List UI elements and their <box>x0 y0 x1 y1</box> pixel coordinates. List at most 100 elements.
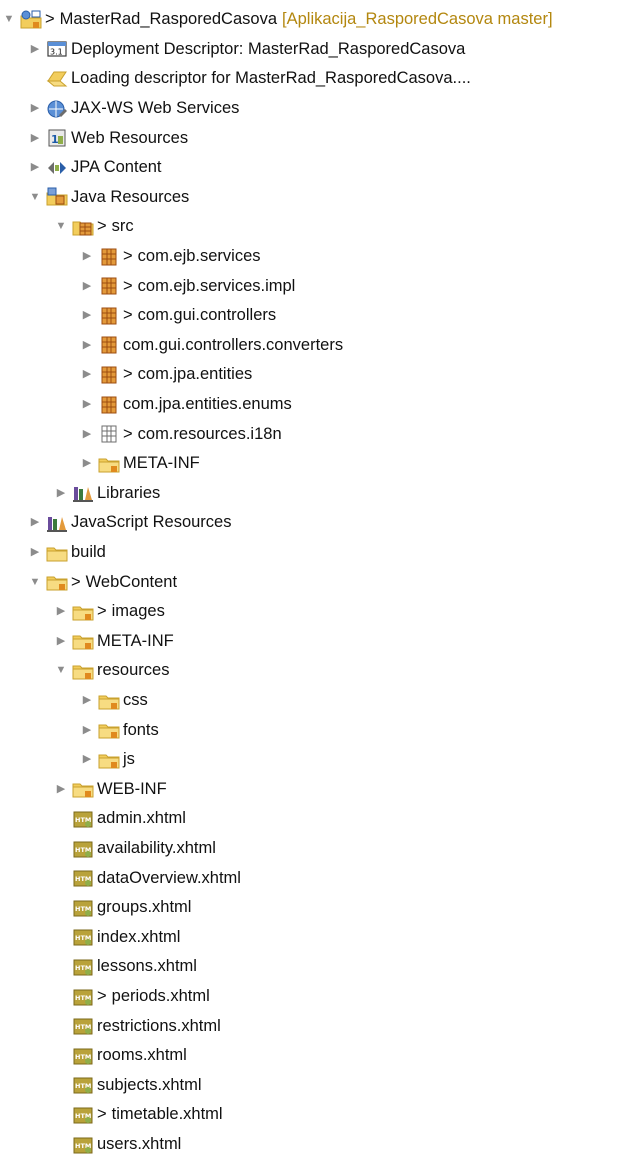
tree-item-com-ejb-services-impl[interactable]: ▶ > com.ejb.services.impl <box>0 271 636 301</box>
tree-item-label: admin.xhtml <box>97 809 186 828</box>
tree-item-loading-descriptor-for-masterrad-rasporedcasova[interactable]: Loading descriptor for MasterRad_Raspore… <box>0 64 636 94</box>
folder-icon <box>97 690 121 712</box>
tree-item-label: com.gui.controllers.converters <box>123 335 344 354</box>
tree-item-label: WebContent <box>85 572 178 591</box>
tree-item-css[interactable]: ▶ css <box>0 686 636 716</box>
dirty-marker: > <box>97 602 107 621</box>
tree-item-periods-xhtml[interactable]: HTM > periods.xhtml <box>0 982 636 1012</box>
expand-arrow-down-icon[interactable]: ▼ <box>2 12 16 28</box>
tree-item-resources[interactable]: ▼ resources <box>0 656 636 686</box>
tree-item-label: Deployment Descriptor: MasterRad_Raspore… <box>71 39 466 58</box>
tree-item-admin-xhtml[interactable]: HTM admin.xhtml <box>0 804 636 834</box>
dirty-marker: > <box>97 217 107 236</box>
tree-item-meta-inf[interactable]: ▶ META-INF <box>0 449 636 479</box>
expand-arrow-down-icon[interactable]: ▼ <box>54 219 68 235</box>
tree-item-meta-inf[interactable]: ▶ META-INF <box>0 627 636 657</box>
tree-item-label: timetable.xhtml <box>111 1105 223 1124</box>
tree-item-deployment-descriptor-masterrad-rasporedcasova[interactable]: ▶ 3.1 Deployment Descriptor: MasterRad_Ras… <box>0 35 636 65</box>
tree-item-libraries[interactable]: ▶ Libraries <box>0 479 636 509</box>
web-services-icon <box>45 98 69 120</box>
tree-item-javascript-resources[interactable]: ▶ JavaScript Resources <box>0 508 636 538</box>
tree-item-com-jpa-entities[interactable]: ▶ > com.jpa.entities <box>0 360 636 390</box>
expand-arrow-right-icon[interactable]: ▶ <box>80 367 94 383</box>
tree-item-label: com.resources.i18n <box>137 424 282 443</box>
expand-arrow-right-icon[interactable]: ▶ <box>80 456 94 472</box>
expand-arrow-right-icon[interactable]: ▶ <box>54 485 68 501</box>
tree-item-com-gui-controllers-converters[interactable]: ▶ com.gui.controllers.converters <box>0 331 636 361</box>
expand-arrow-right-icon[interactable]: ▶ <box>80 722 94 738</box>
web-resources-icon: 1 <box>45 127 69 149</box>
expand-arrow-down-icon[interactable]: ▼ <box>28 574 42 590</box>
xhtml-file-icon: HTM <box>71 1015 95 1037</box>
tree-item-images[interactable]: ▶ > images <box>0 597 636 627</box>
tree-item-label: META-INF <box>123 454 200 473</box>
tree-item-index-xhtml[interactable]: HTM index.xhtml <box>0 923 636 953</box>
expand-arrow-right-icon[interactable]: ▶ <box>28 101 42 117</box>
deployment-descriptor-icon: 3.1 <box>45 38 69 60</box>
tree-item-label: src <box>111 217 134 236</box>
tree-item-availability-xhtml[interactable]: HTM availability.xhtml <box>0 834 636 864</box>
tree-item-com-gui-controllers[interactable]: ▶ > com.gui.controllers <box>0 301 636 331</box>
dirty-marker: > <box>123 424 133 443</box>
expand-arrow-right-icon[interactable]: ▶ <box>28 41 42 57</box>
plain-folder-icon <box>45 542 69 564</box>
tree-item-webcontent[interactable]: ▼ > WebContent <box>0 567 636 597</box>
tree-item-users-xhtml[interactable]: HTM users.xhtml <box>0 1130 636 1159</box>
expand-arrow-right-icon[interactable]: ▶ <box>28 515 42 531</box>
tree-item-jax-ws-web-services[interactable]: ▶ JAX-WS Web Services <box>0 94 636 124</box>
tree-item-com-resources-i18n[interactable]: ▶ > com.resources.i18n <box>0 419 636 449</box>
xhtml-file-icon: HTM <box>71 1104 95 1126</box>
tree-item-groups-xhtml[interactable]: HTM groups.xhtml <box>0 893 636 923</box>
xhtml-file-icon: HTM <box>71 838 95 860</box>
expand-arrow-right-icon[interactable]: ▶ <box>54 604 68 620</box>
tree-item-fonts[interactable]: ▶ fonts <box>0 715 636 745</box>
tree-item-label: Web Resources <box>71 128 189 147</box>
expand-arrow-right-icon[interactable]: ▶ <box>28 130 42 146</box>
expand-arrow-right-icon[interactable]: ▶ <box>80 752 94 768</box>
expand-arrow-right-icon[interactable]: ▶ <box>80 693 94 709</box>
tree-item-web-inf[interactable]: ▶ WEB-INF <box>0 775 636 805</box>
tree-item-src[interactable]: ▼ > src <box>0 212 636 242</box>
tree-item-subjects-xhtml[interactable]: HTM subjects.xhtml <box>0 1071 636 1101</box>
package-icon <box>97 364 121 386</box>
xhtml-file-icon: HTM <box>71 986 95 1008</box>
package-icon <box>97 275 121 297</box>
tree-item-web-resources[interactable]: ▶ 1 Web Resources <box>0 123 636 153</box>
tree-item-build[interactable]: ▶ build <box>0 538 636 568</box>
package-icon <box>97 394 121 416</box>
tree-item-label: JavaScript Resources <box>71 513 232 532</box>
java-resources-icon <box>45 186 69 208</box>
tree-item-com-jpa-entities-enums[interactable]: ▶ com.jpa.entities.enums <box>0 390 636 420</box>
expand-arrow-right-icon[interactable]: ▶ <box>80 337 94 353</box>
tree-item-lessons-xhtml[interactable]: HTM lessons.xhtml <box>0 952 636 982</box>
tree-item-label: JPA Content <box>71 158 162 177</box>
expand-arrow-right-icon[interactable]: ▶ <box>80 249 94 265</box>
tree-item-js[interactable]: ▶ js <box>0 745 636 775</box>
expand-arrow-right-icon[interactable]: ▶ <box>28 545 42 561</box>
tree-item-label: users.xhtml <box>97 1135 182 1154</box>
tree-item-label: com.ejb.services.impl <box>137 276 296 295</box>
tree-item-restrictions-xhtml[interactable]: HTM restrictions.xhtml <box>0 1011 636 1041</box>
tree-item-dataoverview-xhtml[interactable]: HTM dataOverview.xhtml <box>0 863 636 893</box>
dirty-marker: > <box>97 1105 107 1124</box>
tree-item-label: META-INF <box>97 631 174 650</box>
expand-arrow-down-icon[interactable]: ▼ <box>54 663 68 679</box>
folder-icon <box>71 660 95 682</box>
xhtml-file-icon: HTM <box>71 1045 95 1067</box>
expand-arrow-right-icon[interactable]: ▶ <box>80 426 94 442</box>
expand-arrow-right-icon[interactable]: ▶ <box>80 308 94 324</box>
expand-arrow-right-icon[interactable]: ▶ <box>54 633 68 649</box>
tree-item-java-resources[interactable]: ▼ Java Resources <box>0 183 636 213</box>
expand-arrow-right-icon[interactable]: ▶ <box>80 278 94 294</box>
tree-item-jpa-content[interactable]: ▶ JPA Content <box>0 153 636 183</box>
tree-item-masterrad-rasporedcasova[interactable]: ▼ > MasterRad_RasporedCasova [Aplikacija_Ra… <box>0 5 636 35</box>
expand-arrow-right-icon[interactable]: ▶ <box>28 160 42 176</box>
expand-arrow-down-icon[interactable]: ▼ <box>28 189 42 205</box>
package-icon <box>97 246 121 268</box>
tree-item-timetable-xhtml[interactable]: HTM > timetable.xhtml <box>0 1100 636 1130</box>
tree-item-com-ejb-services[interactable]: ▶ > com.ejb.services <box>0 242 636 272</box>
dirty-marker: > <box>97 987 107 1006</box>
expand-arrow-right-icon[interactable]: ▶ <box>54 781 68 797</box>
expand-arrow-right-icon[interactable]: ▶ <box>80 397 94 413</box>
tree-item-rooms-xhtml[interactable]: HTM rooms.xhtml <box>0 1041 636 1071</box>
